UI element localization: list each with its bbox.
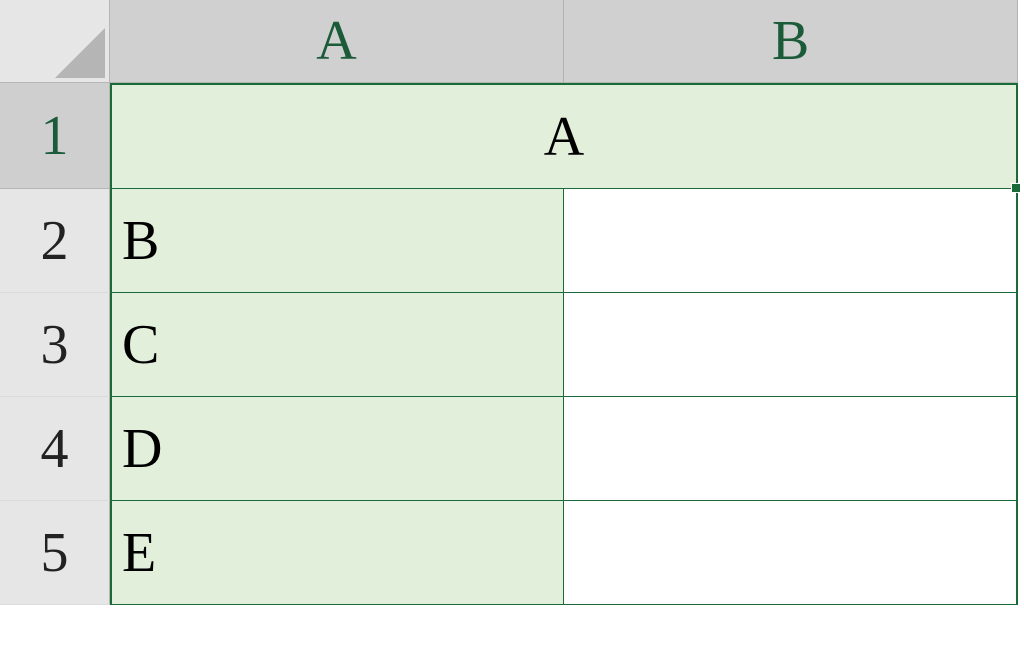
cell-A1-B1-merged[interactable]: A xyxy=(110,83,1018,189)
cell-value: C xyxy=(122,313,159,377)
cell-A3[interactable]: C xyxy=(110,293,564,397)
cell-value: B xyxy=(122,209,159,273)
cell-A2[interactable]: B xyxy=(110,189,564,293)
cell-B5[interactable] xyxy=(564,501,1018,605)
fill-handle[interactable] xyxy=(1011,183,1021,193)
column-header-A[interactable]: A xyxy=(110,0,564,83)
cell-A4[interactable]: D xyxy=(110,397,564,501)
spreadsheet-grid: A B 1 A 2 B 3 C 4 D 5 E xyxy=(0,0,1024,605)
cell-B2[interactable] xyxy=(564,189,1018,293)
select-all-corner[interactable] xyxy=(0,0,110,83)
row-header-3[interactable]: 3 xyxy=(0,293,110,397)
row-header-5[interactable]: 5 xyxy=(0,501,110,605)
cell-B4[interactable] xyxy=(564,397,1018,501)
cell-A5[interactable]: E xyxy=(110,501,564,605)
cell-value: E xyxy=(122,521,156,585)
cell-value: D xyxy=(122,417,162,481)
cell-value: A xyxy=(544,105,584,169)
column-header-B[interactable]: B xyxy=(564,0,1018,83)
row-header-1[interactable]: 1 xyxy=(0,83,110,189)
row-header-2[interactable]: 2 xyxy=(0,189,110,293)
select-all-triangle-icon xyxy=(55,28,105,78)
cell-B3[interactable] xyxy=(564,293,1018,397)
row-header-4[interactable]: 4 xyxy=(0,397,110,501)
